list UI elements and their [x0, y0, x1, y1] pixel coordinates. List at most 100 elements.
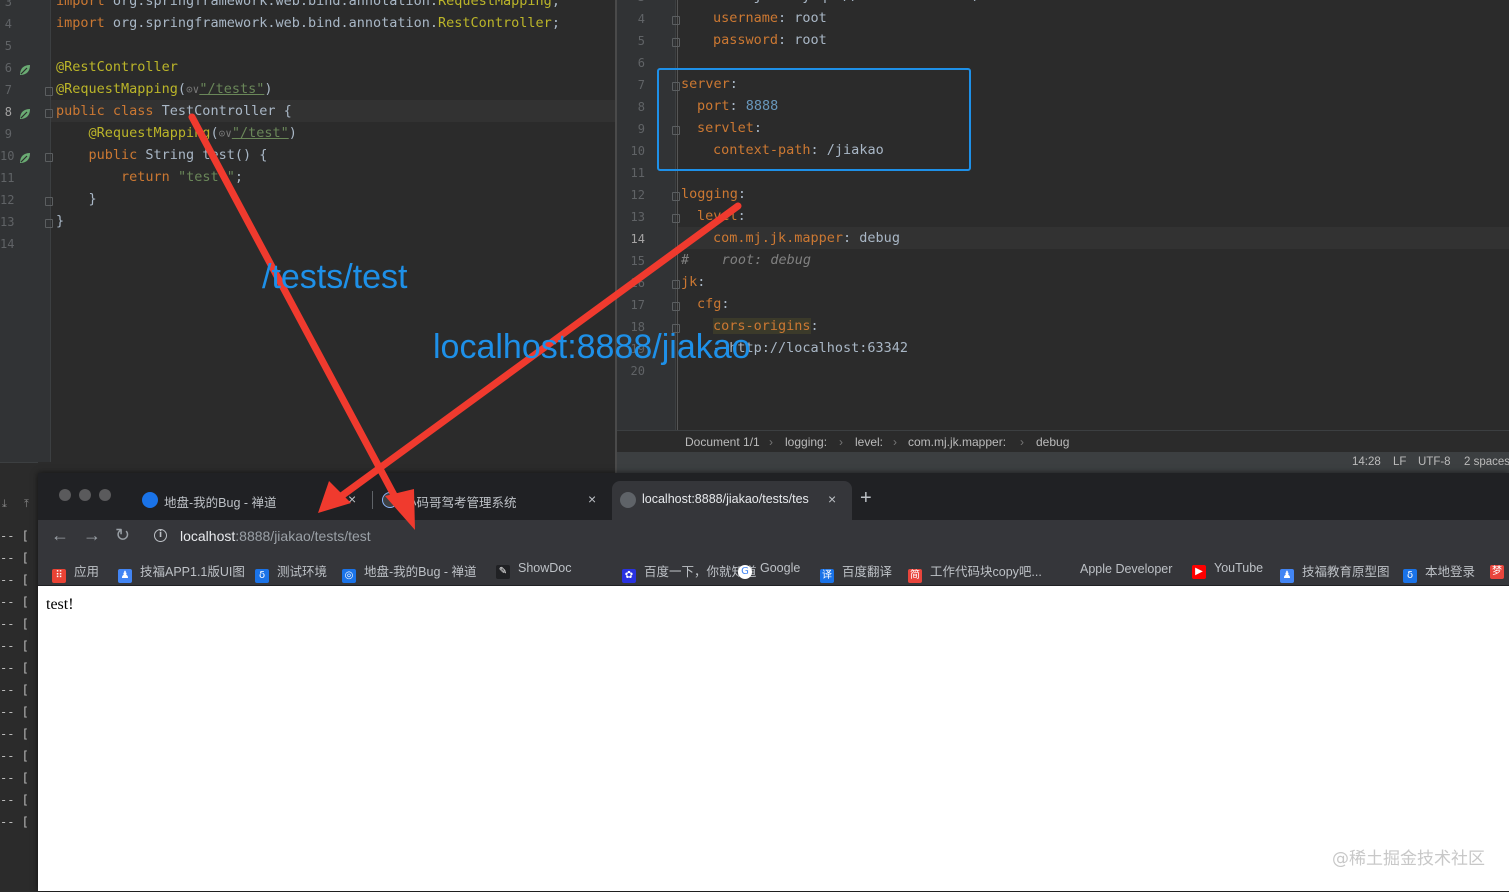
tab-bar: 地盘-我的Bug - 禅道 × 小码哥驾考管理系统 × localhost:88… [38, 473, 1509, 520]
fold-marker-icon[interactable] [672, 302, 680, 311]
fold-marker-icon[interactable] [45, 219, 53, 228]
bookmark-item[interactable]: G Google [738, 561, 800, 579]
line-number: 9 [637, 122, 645, 136]
breadcrumb-item[interactable]: level: [855, 435, 883, 449]
close-icon[interactable]: × [588, 491, 596, 507]
upload-icon[interactable]: ⤒ [24, 497, 29, 511]
close-icon[interactable]: × [828, 491, 836, 507]
code-line[interactable]: import org.springframework.web.bind.anno… [56, 0, 560, 9]
bookmark-item[interactable]: ⠿ 应用 [52, 561, 99, 583]
code-token: @RequestMapping [88, 125, 211, 141]
bookmark-item[interactable]: ♟ 技福APP1.1版UI图 [118, 561, 245, 583]
bookmark-item[interactable]: ✿ 百度一下，你就知道 [622, 561, 757, 583]
tab-zentao-bug[interactable]: 地盘-我的Bug - 禅道 × [134, 481, 366, 520]
code-token: RestController [438, 15, 552, 31]
breadcrumb-item[interactable]: debug [1036, 435, 1069, 449]
yaml-line[interactable]: username: root [713, 10, 827, 26]
tab-jiakao-admin[interactable]: 小码哥驾考管理系统 × [374, 481, 606, 520]
yaml-line[interactable]: com.mj.jk.mapper: debug [713, 230, 900, 246]
fold-marker-icon[interactable] [672, 192, 680, 201]
spring-bean-icon[interactable] [18, 150, 32, 164]
annotation-label-host: localhost:8888/jiakao [433, 328, 751, 366]
code-line[interactable]: @RequestMapping(⊙∨"/test") [56, 125, 297, 141]
bookmark-favicon-icon: ♟ [1280, 569, 1294, 583]
breadcrumb-item[interactable]: com.mj.jk.mapper: [908, 435, 1006, 449]
line-number: 3 [4, 0, 12, 9]
fold-marker-icon[interactable] [45, 197, 53, 206]
bookmark-item[interactable]: 简工作代码块copy吧... [908, 561, 1042, 583]
fold-marker-icon[interactable] [45, 109, 53, 118]
bookmark-label: 工作代码块copy吧... [930, 565, 1042, 579]
new-tab-button[interactable]: + [860, 487, 872, 510]
bookmark-item[interactable]: ▶ YouTube [1192, 561, 1263, 579]
info-icon[interactable]: i [154, 529, 167, 542]
download-icon[interactable]: ⤓ [2, 497, 7, 511]
fold-marker-icon[interactable] [672, 280, 680, 289]
fold-marker-icon[interactable] [672, 16, 680, 25]
bookmark-item[interactable]: ✎ ShowDoc [496, 561, 572, 579]
fold-marker-icon[interactable] [45, 153, 53, 162]
bookmark-favicon-icon: δ [255, 569, 269, 583]
bookmark-item[interactable]: 译百度翻译 [820, 561, 892, 583]
bookmark-label: 测试环境 [277, 565, 328, 579]
bookmark-favicon-icon: ◎ [342, 569, 356, 583]
breadcrumb-item[interactable]: Document 1/1 [685, 435, 760, 449]
code-line[interactable]: public String test() { [56, 147, 268, 163]
fold-marker-icon[interactable] [45, 87, 53, 96]
window-minimize-button[interactable] [79, 489, 91, 501]
code-line[interactable]: } [56, 213, 64, 229]
log-row: -- [ [0, 749, 29, 763]
code-line[interactable]: @RestController [56, 59, 178, 75]
code-line[interactable]: return "test!"; [56, 169, 243, 185]
line-number: 16 [630, 276, 645, 290]
bookmark-item[interactable]: 梦 [1490, 561, 1509, 579]
address-bar[interactable]: i localhost:8888/jiakao/tests/test [146, 522, 1496, 551]
code-line[interactable]: @RequestMapping(⊙∨"/tests") [56, 81, 272, 97]
fold-marker-icon[interactable] [672, 82, 680, 91]
yaml-value: : root [778, 10, 827, 26]
bookmark-item[interactable]: Apple Developer [1058, 561, 1172, 576]
yaml-editor[interactable]: 34567891011121314151617181920 url: jdbc:… [615, 0, 1509, 473]
cursor-position[interactable]: 14:28 [1352, 456, 1381, 468]
code-line[interactable]: public class TestController { [56, 103, 292, 119]
yaml-line[interactable]: level: [697, 208, 746, 224]
yaml-line[interactable]: url: jdbc:mysql://localhost:3306/... [713, 0, 1006, 4]
back-button[interactable]: ← [51, 525, 69, 546]
forward-button[interactable]: → [83, 525, 101, 546]
code-line[interactable]: } [56, 191, 97, 207]
bookmark-item[interactable]: δ 本地登录 [1403, 561, 1475, 583]
yaml-line[interactable]: logging: [681, 186, 746, 202]
window-close-button[interactable] [59, 489, 71, 501]
url-text[interactable]: localhost:8888/jiakao/tests/test [180, 528, 371, 544]
indent-setting[interactable]: 2 spaces [1464, 456, 1509, 468]
line-number: 5 [637, 34, 645, 48]
code-token: import [56, 0, 113, 9]
code-token: ( [210, 125, 219, 141]
bookmark-item[interactable]: δ 测试环境 [255, 561, 327, 583]
code-line[interactable]: import org.springframework.web.bind.anno… [56, 15, 560, 31]
url-path: :8888/jiakao/tests/test [235, 528, 371, 544]
line-separator[interactable]: LF [1393, 456, 1406, 468]
bookmark-favicon-icon: 译 [820, 569, 834, 583]
spring-bean-icon[interactable] [18, 62, 32, 76]
bookmark-item[interactable]: ♟ 技福教育原型图 [1280, 561, 1390, 583]
yaml-line[interactable]: cfg: [697, 296, 730, 312]
yaml-key: jk [681, 274, 698, 290]
fold-marker-icon[interactable] [672, 214, 680, 223]
fold-marker-icon[interactable] [672, 126, 680, 135]
yaml-line[interactable]: jk: [681, 274, 705, 290]
reload-button[interactable]: ↻ [115, 525, 130, 546]
java-editor[interactable]: 3 4 5 6 7 8 9 10 11 12 13 14 import org.springframe… [0, 0, 615, 462]
close-icon[interactable]: × [348, 491, 356, 507]
bookmark-item[interactable]: ◎ 地盘-我的Bug - 禅道 [342, 561, 477, 583]
tab-localhost-active[interactable]: localhost:8888/jiakao/tests/tes × [612, 481, 852, 520]
window-zoom-button[interactable] [99, 489, 111, 501]
yaml-line[interactable]: # root: debug [681, 252, 811, 268]
spring-bean-icon[interactable] [18, 106, 32, 120]
breadcrumb: Document 1/1 › logging: › level: › com.m… [617, 430, 1509, 453]
bookmark-label: 应用 [74, 565, 100, 579]
yaml-line[interactable]: password: root [713, 32, 827, 48]
breadcrumb-item[interactable]: logging: [785, 435, 827, 449]
file-encoding[interactable]: UTF-8 [1418, 456, 1451, 468]
fold-marker-icon[interactable] [672, 38, 680, 47]
